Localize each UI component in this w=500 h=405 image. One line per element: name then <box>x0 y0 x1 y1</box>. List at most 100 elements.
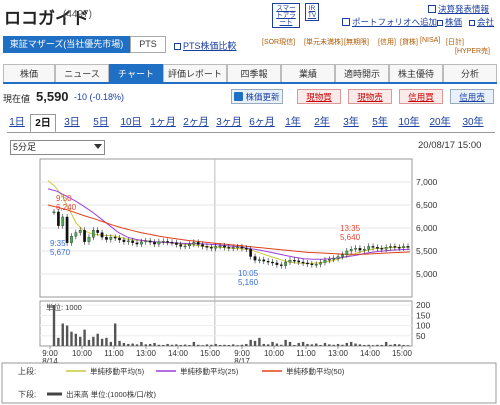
refresh-price-button[interactable]: 株価更新 <box>231 89 283 104</box>
period-tab-8[interactable]: 6ヶ月 <box>247 114 277 131</box>
volume-bar <box>96 333 99 346</box>
volume-bar <box>197 344 200 346</box>
period-tab-15[interactable]: 30年 <box>458 114 488 131</box>
interval-select[interactable]: 5分足 <box>10 140 105 155</box>
volume-bar <box>262 343 265 346</box>
volume-bar <box>240 344 244 346</box>
pts-compare-link[interactable]: PTS株価比較 <box>174 39 237 52</box>
period-tab-10[interactable]: 2年 <box>309 114 335 131</box>
volume-bar <box>135 344 139 346</box>
x-tick-label: 13:00 <box>136 349 157 358</box>
price-change: -10 (-0.18%) <box>74 92 125 102</box>
candle-body <box>319 262 322 265</box>
tab-analysis[interactable]: 分析 <box>443 64 497 82</box>
annotation-time: 9:35 <box>50 239 66 248</box>
candle-body <box>358 248 362 251</box>
candle-body <box>301 261 305 264</box>
period-tab-3[interactable]: 5日 <box>88 114 114 131</box>
link-icon <box>469 20 475 26</box>
market-tab-tse-mothers[interactable]: 東証マザーズ(当社優先市場) <box>3 36 130 53</box>
candle-body <box>179 244 183 247</box>
period-tab-2[interactable]: 3日 <box>59 114 85 131</box>
volume-bar <box>301 341 305 346</box>
tab-chart[interactable]: チャート <box>109 64 163 82</box>
period-tab-12[interactable]: 5年 <box>367 114 393 131</box>
company-link[interactable]: 会社 <box>469 16 494 28</box>
candle-body <box>144 240 148 243</box>
volume-bar <box>157 344 161 346</box>
volume-bar <box>245 343 248 346</box>
candle-body <box>209 247 213 249</box>
volume-bar <box>61 323 64 346</box>
candle-body <box>306 262 309 265</box>
volume-bar <box>354 343 357 346</box>
candle-body <box>87 237 91 242</box>
margin-sell-button[interactable]: 信用売 <box>450 89 494 104</box>
trade-badge: [HYPER売] <box>455 48 491 55</box>
volume-bar <box>231 344 235 346</box>
period-tab-9[interactable]: 1年 <box>280 114 306 131</box>
volume-bar <box>201 345 204 346</box>
add-portfolio-link[interactable]: ポートフォリオへ追加 <box>342 16 437 28</box>
volume-bar <box>323 342 327 346</box>
volume-plot-area <box>39 300 413 347</box>
trade-badge: [貸株] <box>400 39 418 46</box>
period-tab-1[interactable]: 2日 <box>30 114 56 133</box>
link-icon <box>437 20 443 26</box>
legend-volume-label: 出来高 単位:(1000株/口/枚) <box>66 389 157 399</box>
tab-disclosure[interactable]: 適時開示 <box>335 64 389 82</box>
volume-bar <box>293 344 296 346</box>
volume-bar <box>280 344 283 346</box>
volume-bar <box>402 344 405 346</box>
volume-bar <box>144 344 147 346</box>
period-tab-5[interactable]: 1ヶ月 <box>148 114 178 131</box>
tab-news[interactable]: ニュース <box>55 64 109 82</box>
period-tab-7[interactable]: 3ヶ月 <box>214 114 244 131</box>
volume-bar <box>118 340 121 346</box>
candle-body <box>205 246 209 248</box>
cash-buy-button[interactable]: 現物買 <box>297 89 341 104</box>
volume-bar <box>105 337 108 346</box>
portfolio-icon <box>342 18 350 26</box>
candle-body <box>175 242 178 245</box>
tab-earnings[interactable]: 業績 <box>281 64 335 82</box>
annotation-price: 5,160 <box>238 278 259 287</box>
volume-bar <box>376 344 379 346</box>
price-chart[interactable]: 7,000 6,500 6,000 5,500 5,000 20015010050 単位: … <box>0 156 500 405</box>
candle-body <box>109 237 113 240</box>
volume-bar <box>393 343 397 346</box>
volume-bar <box>70 331 73 346</box>
tab-shareholder-benefits[interactable]: 株主優待 <box>389 64 443 82</box>
period-tab-6[interactable]: 2ヶ月 <box>181 114 211 131</box>
candle-body <box>153 242 156 245</box>
candle-body <box>345 250 349 255</box>
volume-bar <box>336 343 340 346</box>
volume-bar <box>127 343 130 346</box>
period-tab-4[interactable]: 10日 <box>117 114 145 131</box>
candle-body <box>406 246 410 248</box>
legend-series-label: 単純移動平均(5) <box>90 366 145 376</box>
candle-body <box>52 211 56 214</box>
smart-alert-button[interactable]: スマートアラート <box>272 3 300 28</box>
period-tab-13[interactable]: 10年 <box>396 114 422 131</box>
period-tab-14[interactable]: 20年 <box>425 114 455 131</box>
margin-buy-button[interactable]: 信用買 <box>399 89 443 104</box>
tab-stock-price[interactable]: 株価 <box>3 64 55 82</box>
current-price-label: 現在値 <box>3 94 31 104</box>
tab-shikiho[interactable]: 四季報 <box>227 64 281 82</box>
x-tick-label: 10:00 <box>264 349 285 358</box>
ir-tv-button[interactable]: IR TV <box>305 3 319 21</box>
volume-bar <box>175 344 178 346</box>
stock-price-link[interactable]: 株価 <box>437 16 462 28</box>
period-tab-0[interactable]: 1日 <box>7 114 27 131</box>
tab-rating-report[interactable]: 評価レポート <box>163 64 227 82</box>
candle-body <box>310 263 314 266</box>
period-tab-11[interactable]: 3年 <box>338 114 364 131</box>
cash-sell-button[interactable]: 現物売 <box>348 89 392 104</box>
candle-body <box>249 249 253 257</box>
market-tab-pts[interactable]: PTS <box>130 36 166 53</box>
earnings-link[interactable]: 決算発表情報 <box>428 3 489 15</box>
candle-body <box>70 236 73 243</box>
price-tick-label: 7,000 <box>416 177 438 187</box>
candle-body <box>192 242 196 245</box>
